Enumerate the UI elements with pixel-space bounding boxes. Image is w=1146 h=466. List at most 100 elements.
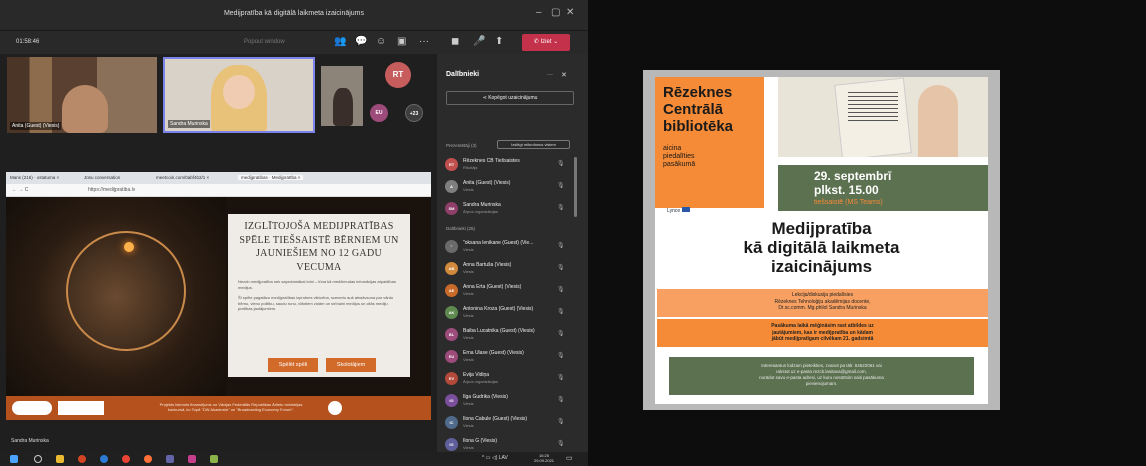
address-text[interactable]: https://medijpratiba.lv [88, 187, 135, 193]
mic-icon: 🎙 [557, 205, 565, 211]
participant-name: Baiba Lucatnika (Guest) (Viesis) [463, 328, 535, 334]
participant-row[interactable]: EV Evija Vidiņa Ārpus organizācijas 🎙 [443, 368, 571, 390]
browser-tab[interactable]: meetcoin.com/0abf4b2/1 × [156, 175, 209, 180]
maximize-icon[interactable]: ▢ [551, 7, 560, 18]
card-paragraph: Šī spēle pagatāvu medijpratības izprotne… [238, 295, 394, 311]
game-info-card: IZGLĪTOJOŠA MEDIJPRATĪBAS SPĒLE TIEŠSAIS… [228, 214, 410, 377]
contact-line: norādot savu e-pasta adresi, uz kuru nos… [759, 375, 884, 380]
title-bar: Medijpratība kā digitālā laikmeta izaici… [0, 0, 588, 30]
rooms-icon[interactable]: ▣ [397, 36, 406, 47]
address-bar[interactable]: ← → C https://medijpratiba.lv [6, 184, 431, 197]
participant-row[interactable]: AB Anna Bartuša (Viesis) Viesis 🎙 [443, 258, 571, 280]
attendees-header[interactable]: Dalībnieki (25) [446, 226, 475, 231]
tray-icons[interactable]: ^ ▭ ◁) LAV [482, 455, 508, 461]
poster-content: Rēzeknes Centrālā bibliotēka aicina pied… [655, 77, 988, 404]
participant-role: Viesis [463, 313, 474, 318]
participant-row[interactable]: BL Baiba Lucatnika (Guest) (Viesis) Vies… [443, 324, 571, 346]
close-icon[interactable]: ✕ [566, 7, 574, 18]
video-tile-sandra[interactable]: Sandra Murinska [163, 57, 315, 133]
card-paragraph: Nezob medijpratība nek saprotamākai lotn… [238, 279, 396, 290]
orange-title-block: Rēzeknes Centrālā bibliotēka aicina pied… [655, 77, 764, 208]
subtitle-line: piedalīties [663, 153, 695, 160]
mic-icon: 🎙 [557, 183, 565, 189]
participant-role: Viesis [463, 357, 474, 362]
popout-button[interactable]: Popout window [244, 39, 285, 45]
participant-row[interactable]: " "oksana lenikane (Guest) (Vie... Viesi… [443, 236, 571, 258]
participant-row[interactable]: SM Sandra Murinska Ārpus organizācijas 🎙 [443, 198, 571, 220]
share-icon[interactable]: ⬆ [495, 36, 503, 47]
mic-off-icon: 🎙 [557, 441, 565, 447]
dw-logo [12, 401, 52, 415]
mute-all-button[interactable]: Izslēgt mikrofonus visiem [497, 140, 570, 149]
leave-button[interactable]: ✆ Iziet ⌄ [522, 34, 570, 51]
mic-off-icon: 🎙 [557, 375, 565, 381]
firefox-icon[interactable] [144, 455, 152, 463]
windows-start-icon[interactable] [10, 455, 18, 463]
minimize-icon[interactable]: – [536, 7, 542, 18]
event-questions: Pasākuma laikā mēģināsim rast atbildes u… [657, 319, 988, 347]
participant-row[interactable]: EU Erna Ulase (Guest) (Viesis) Viesis 🎙 [443, 346, 571, 368]
chat-icon[interactable]: 💬 [355, 36, 367, 47]
contact-line: rakstot uz e-pasta rezcb.lasitava@gmail.… [776, 369, 867, 374]
avatar-eu[interactable]: EU [370, 104, 388, 122]
chrome-icon[interactable] [122, 455, 130, 463]
browser-tab[interactable]: Mans (216) · ostatuma × [10, 175, 59, 180]
teams-icon[interactable] [166, 455, 174, 463]
avatar-rt[interactable]: RT [385, 62, 411, 88]
mic-off-icon: 🎙 [557, 309, 565, 315]
camera-off-icon[interactable]: ◼ [451, 36, 459, 47]
participant-role: Viesis [463, 401, 474, 406]
participant-role: Viesis [463, 335, 474, 340]
avatar: EU [445, 350, 458, 363]
copy-invite-button[interactable]: ⋖ Kopēgot uzaicinājumu [446, 91, 574, 105]
opera-icon[interactable] [78, 455, 86, 463]
avatar: AK [445, 306, 458, 319]
close-icon[interactable]: ✕ [561, 71, 567, 79]
footer-strip: Projekts īstenots finansējums no Vācijas… [6, 396, 431, 420]
participant-role: Ārpus organizācijas [463, 209, 498, 214]
avatar: IG [445, 438, 458, 451]
participant-role: Viesis [463, 445, 474, 450]
participant-name: Ilga Gudrika (Viesis) [463, 394, 508, 400]
teachers-button[interactable]: Skolotājiem [326, 358, 376, 372]
mic-off-icon: 🎙 [557, 287, 565, 293]
participant-name: Sandra Murinska [463, 202, 501, 208]
more-icon[interactable]: ··· [419, 36, 429, 47]
fire-glow [124, 242, 134, 252]
participant-row[interactable]: RT Rēzeknes CB Tiešsaistes Rīkotājs 🎙 [443, 154, 571, 176]
video-tile-anita[interactable]: Anita (Guest) (Viesis) [7, 57, 157, 133]
participant-row[interactable]: IG Ilga Gudrika (Viesis) Viesis 🎙 [443, 390, 571, 412]
browser-tab-active[interactable]: medijpratibas · Medijpratība × [238, 175, 304, 180]
panel-scrollbar[interactable] [574, 157, 577, 217]
poster-title: Rēzeknes Centrālā bibliotēka [663, 84, 756, 135]
paint-icon[interactable] [210, 455, 218, 463]
participant-row[interactable]: AE Anna Erta (Guest) (Viesis) Viesis 🎙 [443, 280, 571, 302]
teams-window: Medijpratība kā digitālā laikmeta izaici… [0, 0, 588, 466]
file-explorer-icon[interactable] [56, 455, 64, 463]
more-participants-badge[interactable]: +23 [405, 104, 423, 122]
lecturer-line: Lekcija/diskusija piedalīsies [791, 292, 854, 298]
edge-icon[interactable] [100, 455, 108, 463]
mic-off-icon[interactable]: 🎤 [473, 36, 485, 47]
participant-row[interactable]: A Anita (Guest) (Viesis) Viesis 🎙 [443, 176, 571, 198]
browser-tab[interactable]: Jūsu conversation [84, 175, 120, 180]
people-icon[interactable]: 👥 [334, 36, 346, 47]
back-icon[interactable]: ← → C [12, 187, 28, 193]
more-icon[interactable]: ··· [547, 72, 553, 78]
title-line: Centrālā [663, 101, 724, 118]
mic-off-icon: 🎙 [557, 243, 565, 249]
reactions-icon[interactable]: ☺ [376, 36, 386, 47]
presenters-header[interactable]: Prezentētāji (3) [446, 143, 477, 148]
system-clock[interactable]: 16:25 29.09.2021 [534, 453, 554, 463]
question-line: jautājumiem, kas ir medijpratība un kāda… [772, 329, 873, 336]
notification-icon[interactable]: ▭ [566, 454, 573, 462]
logo-text: Lynce [667, 208, 681, 214]
participants-panel: Dalībnieki ··· ✕ ⋖ Kopēgot uzaicinājumu … [437, 54, 588, 466]
search-icon[interactable] [34, 455, 42, 463]
play-game-button[interactable]: Spēlēt spēli [268, 358, 318, 372]
mic-off-icon: 🎙 [557, 161, 565, 167]
app-icon[interactable] [188, 455, 196, 463]
participant-row[interactable]: IC Ilona Cabule (Guest) (Viesis) Viesis … [443, 412, 571, 434]
video-tile-small[interactable] [321, 66, 363, 126]
participant-row[interactable]: AK Antonina Kroza (Guest) (Viesis) Viesi… [443, 302, 571, 324]
